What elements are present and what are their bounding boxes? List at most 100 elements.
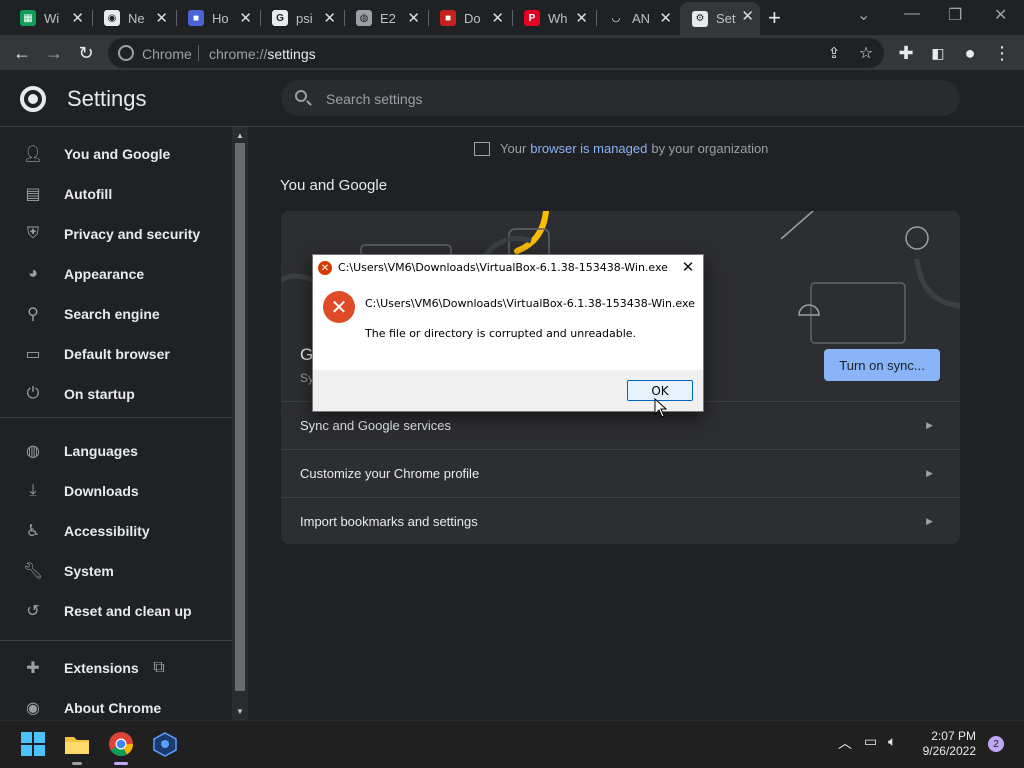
- search-input[interactable]: Search settings: [326, 91, 423, 107]
- error-title-icon: ✕: [318, 261, 332, 275]
- tab-title: Do: [464, 10, 481, 26]
- download-icon: ⤓: [29, 482, 37, 499]
- tab-close-icon[interactable]: ✕: [741, 7, 754, 25]
- browser-tab[interactable]: ◍ E2 ✕: [344, 4, 426, 32]
- close-window-button[interactable]: ✕: [994, 5, 1007, 25]
- network-icon[interactable]: ▭: [864, 733, 877, 750]
- tab-title: Sett: [716, 11, 736, 26]
- settings-row[interactable]: Customize your Chrome profile ▶: [281, 449, 960, 497]
- sidebar-item-autofill[interactable]: ▤ Autofill: [0, 174, 232, 214]
- browser-tab[interactable]: ■ Do ✕: [428, 4, 510, 32]
- shield-icon: ⛨: [26, 225, 39, 242]
- section-title: You and Google: [280, 177, 388, 194]
- url-scheme: chrome://: [209, 46, 268, 62]
- browser-tab[interactable]: P Wh ✕: [512, 4, 594, 32]
- sidebar-item-label: Accessibility: [64, 523, 150, 539]
- sidebar-item-accessibility[interactable]: ♿︎ Accessibility: [0, 511, 232, 551]
- bookmark-star-icon[interactable]: ☆: [854, 41, 878, 65]
- url-text[interactable]: chrome://settings: [209, 46, 316, 62]
- sidebar-scrollbar[interactable]: ▲ ▼: [232, 127, 248, 720]
- settings-sidebar: 👤︎ You and Google ▤ Autofill ⛨ Privacy and se…: [0, 127, 232, 720]
- dialog-close-button[interactable]: ✕: [679, 258, 697, 276]
- scroll-down-icon[interactable]: ▼: [236, 707, 244, 716]
- sidebar-item-on-startup[interactable]: ⏻ On startup: [0, 374, 232, 414]
- external-link-icon: ⧉: [153, 659, 165, 676]
- profile-icon[interactable]: ●: [958, 41, 982, 65]
- settings-header: Settings Search settings: [0, 70, 1024, 127]
- minimize-button[interactable]: —: [904, 5, 920, 23]
- back-icon[interactable]: ←: [10, 41, 34, 65]
- site-info-icon[interactable]: [118, 45, 134, 61]
- tab-close-icon[interactable]: ✕: [407, 9, 420, 27]
- sidebar-item-system[interactable]: 🔧︎ System: [0, 551, 232, 591]
- settings-row-label: Import bookmarks and settings: [300, 514, 478, 529]
- chrome-taskbar-button[interactable]: [108, 731, 134, 765]
- smile-icon: ◡: [608, 10, 624, 26]
- sidebar-item-downloads[interactable]: ⤓ Downloads: [0, 471, 232, 511]
- side-panel-icon[interactable]: ◧: [926, 41, 950, 65]
- sidebar-item-search-engine[interactable]: ⚲ Search engine: [0, 294, 232, 334]
- extensions-icon[interactable]: ✚: [894, 41, 918, 65]
- virtualbox-taskbar-button[interactable]: [152, 731, 178, 757]
- tab-close-icon[interactable]: ✕: [323, 9, 336, 27]
- sidebar-item-appearance[interactable]: ◕ Appearance: [0, 254, 232, 294]
- sidebar-item-privacy-and-security[interactable]: ⛨ Privacy and security: [0, 214, 232, 254]
- globe-icon: ◍: [26, 443, 40, 460]
- sidebar-item-you-and-google[interactable]: 👤︎ You and Google: [0, 134, 232, 174]
- settings-search[interactable]: Search settings: [281, 80, 960, 116]
- forward-icon[interactable]: →: [42, 41, 66, 65]
- browser-tab[interactable]: Gpsi ✕: [260, 4, 342, 32]
- sidebar-item-extensions[interactable]: ✚ Extensions ⧉: [0, 648, 232, 688]
- new-tab-button[interactable]: +: [768, 5, 781, 31]
- browser-tab[interactable]: ■ Ho ✕: [176, 4, 258, 32]
- chrome-icon: [109, 732, 133, 757]
- tab-close-icon[interactable]: ✕: [659, 9, 672, 27]
- tab-title: Ne: [128, 10, 145, 26]
- menu-icon[interactable]: ⋮: [990, 41, 1014, 65]
- pinterest-icon: P: [524, 10, 540, 26]
- app-active-indicator: [114, 762, 128, 765]
- search-icon: ⚲: [27, 306, 39, 323]
- tab-title: psi: [296, 10, 313, 26]
- scroll-up-icon[interactable]: ▲: [236, 131, 244, 140]
- tab-close-icon[interactable]: ✕: [71, 9, 84, 27]
- turn-on-sync-button[interactable]: Turn on sync...: [824, 349, 940, 381]
- managed-link[interactable]: browser is managed: [530, 141, 647, 156]
- file-explorer-button[interactable]: [64, 731, 90, 765]
- tab-search-icon[interactable]: ⌄: [857, 5, 870, 25]
- share-icon[interactable]: ⇪: [822, 41, 846, 65]
- browser-toolbar: ← → ↻ Chrome chrome://settings ⇪ ☆ ✚ ◧ ●…: [0, 35, 1024, 70]
- tab-close-icon[interactable]: ✕: [575, 9, 588, 27]
- browser-tab[interactable]: ◉ Ne ✕: [92, 4, 174, 32]
- tab-close-icon[interactable]: ✕: [239, 9, 252, 27]
- browser-tab[interactable]: ▦ Wi ✕: [8, 4, 90, 32]
- sidebar-item-reset-and-clean-up[interactable]: ↺ Reset and clean up: [0, 591, 232, 631]
- show-hidden-icons-icon[interactable]: ︿: [838, 733, 852, 753]
- tab-title: AN: [632, 10, 651, 26]
- reload-icon[interactable]: ↻: [74, 41, 98, 65]
- nav-divider: [0, 640, 232, 641]
- sidebar-item-languages[interactable]: ◍ Languages: [0, 431, 232, 471]
- folder-icon: [65, 737, 89, 754]
- tab-close-icon[interactable]: ✕: [155, 9, 168, 27]
- dialog-path: C:\Users\VM6\Downloads\VirtualBox-6.1.38…: [365, 297, 695, 310]
- notification-badge[interactable]: 2: [988, 736, 1004, 752]
- app-running-indicator: [72, 762, 82, 765]
- clock[interactable]: 2:07 PM 9/26/2022: [918, 729, 976, 759]
- settings-row-label: Customize your Chrome profile: [300, 466, 480, 481]
- settings-row[interactable]: Import bookmarks and settings ▶: [281, 497, 960, 544]
- tab-close-icon[interactable]: ✕: [491, 9, 504, 27]
- scrollbar-thumb[interactable]: [235, 143, 245, 691]
- restore-button[interactable]: ❐: [948, 5, 962, 25]
- dialog-title: C:\Users\VM6\Downloads\VirtualBox-6.1.38…: [338, 261, 668, 274]
- volume-icon[interactable]: 🔈︎: [888, 733, 896, 750]
- sidebar-item-default-browser[interactable]: ▭ Default browser: [0, 334, 232, 374]
- address-bar[interactable]: Chrome chrome://settings ⇪ ☆: [108, 38, 884, 68]
- browser-tab[interactable]: ◡ AN ✕: [596, 4, 678, 32]
- start-button[interactable]: [20, 731, 46, 757]
- sidebar-item-label: Downloads: [64, 483, 139, 499]
- nav-divider: [0, 417, 232, 418]
- clock-time: 2:07 PM: [931, 729, 976, 743]
- sidebar-item-label: Reset and clean up: [64, 603, 192, 619]
- browser-tab[interactable]: ⚙ Sett ✕: [680, 2, 760, 35]
